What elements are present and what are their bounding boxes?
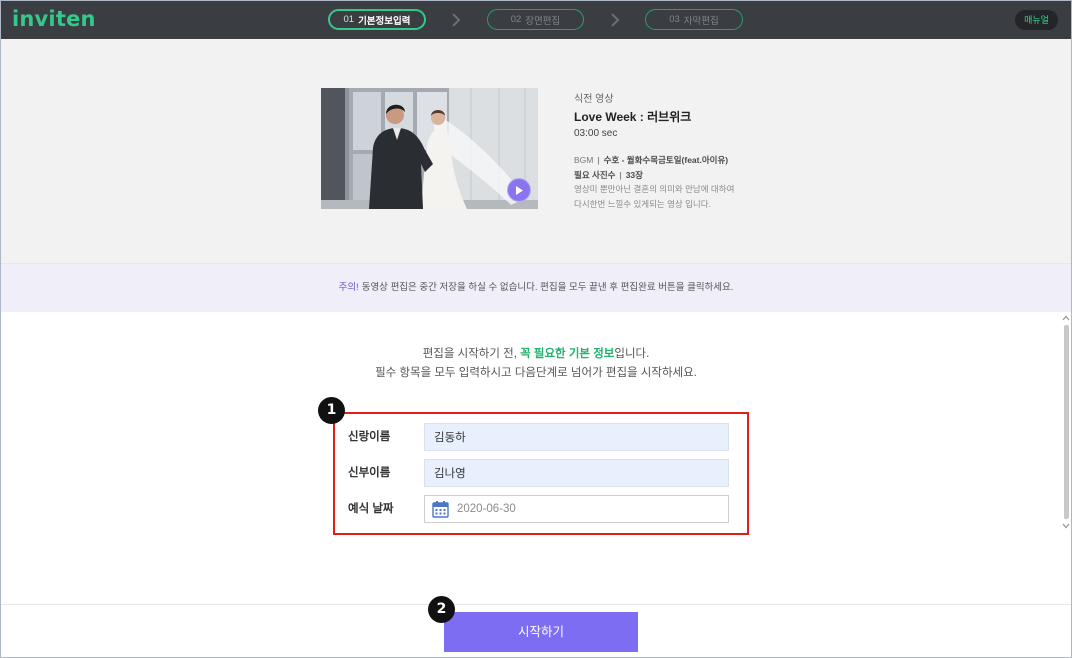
annotation-highlight-box — [333, 412, 749, 535]
app-window: inviten 01 기본정보입력 02 장면편집 03 자막편집 매뉴얼 식전… — [0, 0, 1072, 658]
step-number: 01 — [343, 14, 355, 25]
separator: | — [597, 155, 600, 165]
manual-button[interactable]: 매뉴얼 — [1015, 10, 1058, 30]
step-number: 02 — [510, 14, 522, 25]
intro-highlight: 꼭 필요한 기본 정보 — [520, 348, 615, 360]
chevron-right-icon — [452, 13, 461, 27]
scrollbar[interactable] — [1061, 313, 1071, 534]
footer-divider — [1, 604, 1071, 605]
notice-prefix: 주의! — [338, 282, 359, 293]
step-subtitle-edit[interactable]: 03 자막편집 — [645, 9, 743, 30]
start-button[interactable]: 시작하기 — [444, 612, 638, 652]
bgm-row: BGM | 수호 - 월화수목금토일(feat.아이유) — [574, 154, 728, 166]
bgm-value: 수호 - 월화수목금토일(feat.아이유) — [603, 155, 729, 165]
step-basic-info[interactable]: 01 기본정보입력 — [328, 9, 426, 30]
play-button[interactable] — [507, 178, 531, 202]
required-photos-row: 필요 사진수 | 33장 — [574, 169, 643, 181]
chevron-right-icon — [611, 13, 620, 27]
logo[interactable]: inviten — [12, 6, 96, 32]
step-label: 장면편집 — [525, 15, 561, 27]
video-title: Love Week : 러브위크 — [574, 110, 692, 124]
intro-prefix: 편집을 시작하기 전, — [422, 348, 521, 360]
video-description-line: 다시한번 느낄수 있게되는 영상 입니다. — [574, 199, 711, 209]
annotation-marker-1: 1 — [318, 397, 345, 424]
notice-text: 동영상 편집은 중간 저장을 하실 수 없습니다. 편집을 모두 끝낸 후 편집… — [361, 282, 734, 293]
scrollbar-thumb[interactable] — [1064, 325, 1069, 519]
video-category: 식전 영상 — [574, 94, 614, 105]
play-icon — [516, 185, 523, 195]
bgm-label: BGM — [574, 155, 594, 165]
step-label: 자막편집 — [683, 15, 719, 27]
chevron-down-icon[interactable] — [1062, 523, 1070, 529]
photos-value: 33장 — [625, 170, 643, 180]
video-description-line: 영상미 뿐만아닌 결혼의 의미와 만남에 대하여 — [574, 184, 735, 194]
step-label: 기본정보입력 — [358, 15, 411, 27]
photos-label: 필요 사진수 — [574, 170, 616, 180]
step-scene-edit[interactable]: 02 장면편집 — [487, 9, 584, 30]
intro-suffix: 입니다. — [614, 348, 650, 360]
notice-banner: 주의! 동영상 편집은 중간 저장을 하실 수 없습니다. 편집을 모두 끝낸 후… — [1, 263, 1071, 312]
video-thumbnail[interactable] — [321, 88, 538, 209]
top-header: inviten 01 기본정보입력 02 장면편집 03 자막편집 매뉴얼 — [1, 1, 1071, 39]
separator: | — [619, 170, 622, 180]
step-number: 03 — [669, 14, 680, 25]
video-duration: 03:00 sec — [574, 128, 618, 139]
annotation-marker-2: 2 — [428, 596, 455, 623]
chevron-up-icon[interactable] — [1062, 315, 1070, 321]
intro-line: 필수 항목을 모두 입력하시고 다음단계로 넘어가 편집을 시작하세요. — [375, 367, 697, 379]
intro-line: 편집을 시작하기 전, 꼭 필요한 기본 정보입니다. — [1, 347, 1071, 361]
